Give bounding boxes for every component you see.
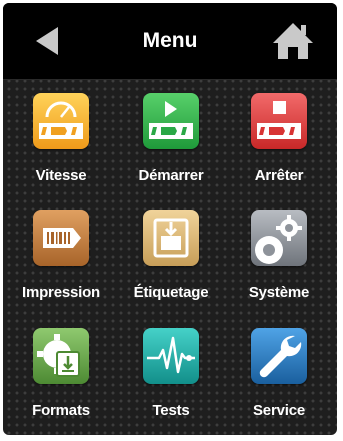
barcode-label-icon [33,210,89,266]
menu-item-service[interactable]: Service [233,328,325,435]
menu-item-vitesse[interactable]: Vitesse [15,93,107,203]
home-icon [273,23,313,59]
menu-item-label: Vitesse [35,167,87,184]
wrench-icon [251,328,307,384]
header-bar: Menu [3,3,337,80]
menu-item-label: Tests [152,402,190,419]
menu-item-label: Formats [32,402,90,419]
menu-item-label: Arrêter [254,167,304,184]
menu-item-label: Démarrer [138,167,204,184]
home-button[interactable] [267,17,319,65]
menu-item-arreter[interactable]: Arrêter [233,93,325,203]
menu-item-label: Étiquetage [133,284,209,301]
menu-item-etiquetage[interactable]: Étiquetage [125,210,217,320]
menu-item-formats[interactable]: Formats [15,328,107,435]
menu-item-tests[interactable]: Tests [125,328,217,435]
speedometer-icon [33,93,89,149]
back-button[interactable] [23,19,71,63]
menu-item-demarrer[interactable]: Démarrer [125,93,217,203]
menu-item-systeme[interactable]: Système [233,210,325,320]
gears-icon [251,210,307,266]
page-title: Menu [142,29,198,52]
gear-document-icon [33,328,89,384]
menu-item-label: Impression [21,284,101,301]
menu-item-impression[interactable]: Impression [15,210,107,320]
heartbeat-icon [143,328,199,384]
menu-screen: Menu Vitesse Démarrer Arrêter Impression… [3,3,337,435]
label-applicator-icon [143,210,199,266]
menu-item-label: Système [248,284,310,301]
menu-item-label: Service [253,402,305,419]
stop-icon [251,93,307,149]
play-icon [143,93,199,149]
back-triangle-icon [36,27,58,55]
